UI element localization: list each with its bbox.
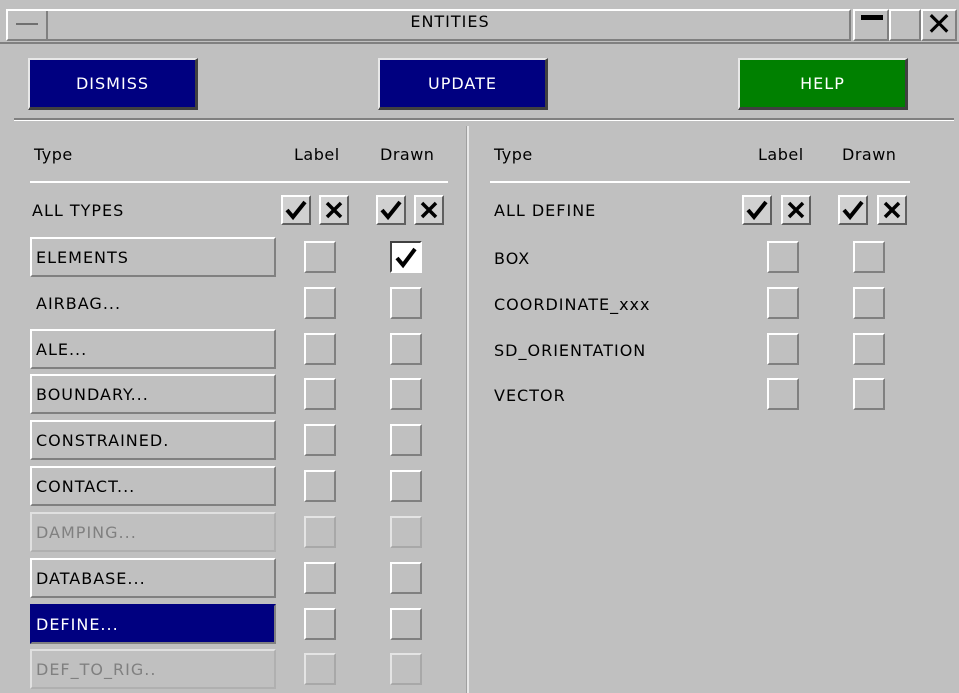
define-row-box[interactable]: BOX xyxy=(494,249,530,268)
constrained-drawn-checkbox[interactable] xyxy=(390,424,422,456)
contact-label-checkbox[interactable] xyxy=(304,470,336,502)
dismiss-button[interactable]: DISMISS xyxy=(28,58,198,110)
define-label-checkbox[interactable] xyxy=(304,608,336,640)
ale-drawn-checkbox[interactable] xyxy=(390,333,422,365)
type-row-define[interactable]: DEFINE... xyxy=(30,604,276,644)
window-title: ENTITIES xyxy=(410,12,490,31)
contact-drawn-checkbox[interactable] xyxy=(390,470,422,502)
box-drawn-checkbox[interactable] xyxy=(853,241,885,273)
boundary-label-checkbox[interactable] xyxy=(304,378,336,410)
ale-label-checkbox[interactable] xyxy=(304,333,336,365)
type-row-def-to-rig[interactable]: DEF_TO_RIG.. xyxy=(30,649,276,689)
elements-label-checkbox[interactable] xyxy=(304,241,336,273)
type-row-boundary[interactable]: BOUNDARY... xyxy=(30,374,276,414)
database-drawn-checkbox[interactable] xyxy=(390,562,422,594)
check-icon xyxy=(380,200,402,221)
left-header-line xyxy=(30,181,448,183)
divider xyxy=(14,118,954,121)
close-button[interactable]: ✕ xyxy=(921,8,957,41)
def-to-rig-label-checkbox[interactable] xyxy=(304,653,336,685)
all-types-label: ALL TYPES xyxy=(32,201,125,220)
all-define-label: ALL DEFINE xyxy=(494,201,597,220)
all-label-off-button[interactable] xyxy=(319,195,349,225)
cross-icon xyxy=(420,201,438,219)
left-label-header: Label xyxy=(294,145,340,164)
left-type-header: Type xyxy=(34,145,73,164)
vector-drawn-checkbox[interactable] xyxy=(853,378,885,410)
define-drawn-checkbox[interactable] xyxy=(390,608,422,640)
define-row-vector[interactable]: VECTOR xyxy=(494,386,566,405)
right-type-header: Type xyxy=(494,145,533,164)
column-divider xyxy=(466,126,469,693)
cross-icon xyxy=(787,201,805,219)
entities-window: ENTITIES ✕ DISMISS UPDATE HELP Type Labe… xyxy=(0,0,959,693)
sd-orientation-drawn-checkbox[interactable] xyxy=(853,333,885,365)
right-header-line xyxy=(490,181,910,183)
minimize-button[interactable] xyxy=(853,9,889,41)
box-label-checkbox[interactable] xyxy=(767,241,799,273)
right-label-header: Label xyxy=(758,145,804,164)
def-to-rig-drawn-checkbox[interactable] xyxy=(390,653,422,685)
update-button[interactable]: UPDATE xyxy=(378,58,548,110)
maximize-button[interactable] xyxy=(889,9,921,41)
close-icon: ✕ xyxy=(925,5,953,43)
database-label-checkbox[interactable] xyxy=(304,562,336,594)
check-icon xyxy=(395,247,417,269)
damping-label-checkbox[interactable] xyxy=(304,516,336,548)
define-row-sd-orientation[interactable]: SD_ORIENTATION xyxy=(494,341,646,360)
all-drawn-off-button[interactable] xyxy=(414,195,444,225)
boundary-drawn-checkbox[interactable] xyxy=(390,378,422,410)
cross-icon xyxy=(883,201,901,219)
cross-icon xyxy=(325,201,343,219)
constrained-label-checkbox[interactable] xyxy=(304,424,336,456)
type-row-elements[interactable]: ELEMENTS xyxy=(30,237,276,277)
type-row-airbag[interactable]: AIRBAG... xyxy=(30,283,276,323)
left-drawn-header: Drawn xyxy=(380,145,435,164)
define-all-drawn-off-button[interactable] xyxy=(877,195,907,225)
define-row-coordinate[interactable]: COORDINATE_xxx xyxy=(494,295,650,314)
type-row-database[interactable]: DATABASE... xyxy=(30,558,276,598)
define-all-label-off-button[interactable] xyxy=(781,195,811,225)
check-icon xyxy=(842,200,864,221)
all-label-on-button[interactable] xyxy=(281,195,311,225)
airbag-drawn-checkbox[interactable] xyxy=(390,287,422,319)
define-all-drawn-on-button[interactable] xyxy=(838,195,868,225)
type-row-ale[interactable]: ALE... xyxy=(30,329,276,369)
check-icon xyxy=(746,200,768,221)
sd-orientation-label-checkbox[interactable] xyxy=(767,333,799,365)
help-button[interactable]: HELP xyxy=(738,58,908,110)
airbag-label-checkbox[interactable] xyxy=(304,287,336,319)
all-drawn-on-button[interactable] xyxy=(376,195,406,225)
vector-label-checkbox[interactable] xyxy=(767,378,799,410)
elements-drawn-checkbox[interactable] xyxy=(390,241,422,273)
check-icon xyxy=(285,200,307,221)
type-row-contact[interactable]: CONTACT... xyxy=(30,466,276,506)
title-bar: ENTITIES ✕ xyxy=(0,0,959,44)
define-all-label-on-button[interactable] xyxy=(742,195,772,225)
coordinate-label-checkbox[interactable] xyxy=(767,287,799,319)
right-drawn-header: Drawn xyxy=(842,145,897,164)
coordinate-drawn-checkbox[interactable] xyxy=(853,287,885,319)
damping-drawn-checkbox[interactable] xyxy=(390,516,422,548)
type-row-damping[interactable]: DAMPING... xyxy=(30,512,276,552)
type-row-constrained[interactable]: CONSTRAINED. xyxy=(30,420,276,460)
